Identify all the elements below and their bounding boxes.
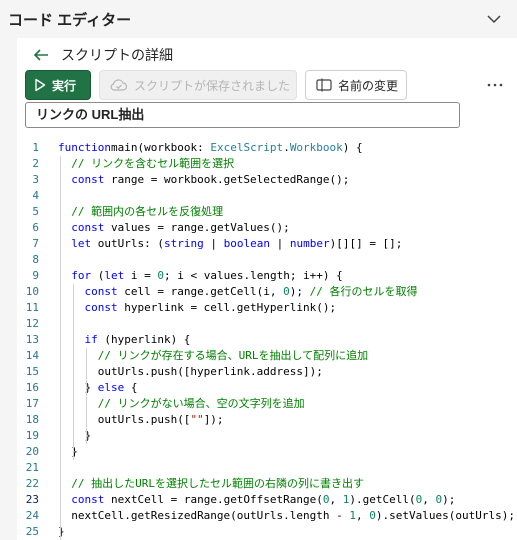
code-line[interactable]: 11 const hyperlink = cell.getHyperlink(); [17, 300, 517, 316]
code-line[interactable]: 17 // リンクがない場合、空の文字列を追加 [17, 396, 517, 412]
line-number: 6 [32, 221, 39, 234]
code-line[interactable]: 19} [17, 428, 517, 444]
line-number: 11 [25, 301, 39, 314]
code-line[interactable]: 21 [17, 460, 517, 476]
line-number: 14 [25, 349, 39, 362]
code-text: // リンクが存在する場合、URLを抽出して配列に追加 [97, 349, 369, 362]
details-title: スクリプトの詳細 [61, 47, 173, 63]
code-text: // リンクを含むセル範囲を選択 [71, 157, 235, 170]
line-number: 22 [25, 477, 39, 490]
code-line[interactable]: 16 } else { [17, 380, 517, 396]
code-line[interactable]: 10 const cell = range.getCell(i, 0); // 各… [17, 284, 517, 300]
rename-button[interactable]: 名前の変更 [305, 70, 407, 100]
code-text: // リンクがない場合、空の文字列を追加 [97, 397, 305, 410]
saved-status-button: スクリプトが保存されました [99, 70, 297, 100]
rename-icon [316, 78, 332, 92]
line-number: 9 [32, 269, 39, 282]
code-line[interactable]: 1 functionmain(workbook: ExcelScript.Work… [17, 140, 517, 156]
code-line[interactable]: 22 // 抽出したURLを選択したセル範囲の右隣の列に書き出す [17, 476, 517, 492]
back-arrow-icon[interactable] [31, 46, 51, 64]
line-number: 19 [25, 429, 39, 442]
code-text: const nextCell = range.getOffsetRange(0,… [71, 493, 456, 506]
indent-guide [73, 284, 75, 460]
line-number: 7 [32, 237, 39, 250]
code-line[interactable]: 18 outUrls.push([""]); [17, 412, 517, 428]
code-line[interactable]: 7 let outUrls: (string | boolean | number… [17, 236, 517, 252]
code-line[interactable]: 3 const range = workbook.getSelectedRange… [17, 172, 517, 188]
code-text: outUrls.push([""]); [97, 413, 224, 426]
code-text: // 範囲内の各セルを反復処理 [71, 205, 224, 218]
rename-label: 名前の変更 [338, 78, 399, 93]
more-options-icon[interactable] [483, 76, 507, 94]
line-number: 25 [25, 525, 39, 538]
code-line[interactable]: 24 nextCell.getResizedRange(outUrls.lengt… [17, 508, 517, 524]
code-text: const range = workbook.getSelectedRange(… [71, 173, 350, 186]
line-number: 23 [25, 493, 39, 506]
saved-label: スクリプトが保存されました [134, 78, 291, 93]
code-line[interactable]: 5 // 範囲内の各セルを反復処理 [17, 204, 517, 220]
line-number: 24 [25, 509, 39, 522]
code-text: // 抽出したURLを選択したセル範囲の右隣の列に書き出す [71, 477, 364, 490]
code-editor-header: コード エディター [0, 0, 517, 38]
code-line[interactable]: 4 [17, 188, 517, 204]
script-name-field[interactable]: リンクの URL抽出 [25, 102, 460, 128]
code-line[interactable]: 20} [17, 444, 517, 460]
line-number: 15 [25, 365, 39, 378]
indent-guide [86, 348, 88, 396]
line-number: 18 [25, 413, 39, 426]
run-label: 実行 [52, 78, 77, 93]
code-text: functionmain(workbook: ExcelScript.Workb… [58, 141, 363, 154]
line-number: 10 [25, 285, 39, 298]
line-number: 21 [25, 461, 39, 474]
code-text: outUrls.push([hyperlink.address]); [97, 365, 323, 378]
indent-guide [86, 396, 88, 444]
line-number: 13 [25, 333, 39, 346]
code-line[interactable]: 12 [17, 316, 517, 332]
indent-guide [60, 156, 61, 540]
line-number: 1 [32, 141, 39, 154]
code-text: } [71, 445, 78, 458]
line-number: 8 [32, 253, 39, 266]
line-number: 20 [25, 445, 39, 458]
play-icon [35, 78, 46, 92]
line-number: 4 [32, 189, 39, 202]
code-text: } [58, 525, 65, 538]
code-line[interactable]: 23 const nextCell = range.getOffsetRange(… [17, 492, 517, 508]
code-text: } [84, 429, 92, 442]
code-line[interactable]: 13 if (hyperlink) { [17, 332, 517, 348]
script-details-panel: スクリプトの詳細 実行 スクリプトが保存されました 名前の変更 リンクの URL… [17, 38, 517, 540]
chevron-down-icon[interactable] [484, 10, 504, 28]
code-text: const values = range.getValues(); [71, 221, 290, 234]
code-text: const hyperlink = cell.getHyperlink(); [84, 301, 337, 314]
code-text: if (hyperlink) { [84, 333, 191, 346]
run-button[interactable]: 実行 [25, 70, 91, 100]
code-line[interactable]: 14 // リンクが存在する場合、URLを抽出して配列に追加 [17, 348, 517, 364]
code-text: const cell = range.getCell(i, 0); // 各行の… [84, 285, 418, 298]
line-number: 5 [32, 205, 39, 218]
code-text: nextCell.getResizedRange(outUrls.length … [71, 509, 515, 522]
code-editor[interactable]: 1 functionmain(workbook: ExcelScript.Work… [17, 136, 517, 540]
pane-title: コード エディター [8, 12, 132, 29]
line-number: 2 [32, 157, 39, 170]
code-line[interactable]: 2 // リンクを含むセル範囲を選択 [17, 156, 517, 172]
code-text: let outUrls: (string | boolean | number)… [71, 237, 403, 250]
code-line[interactable]: 9 for (let i = 0; i < values.length; i++)… [17, 268, 517, 284]
code-text: for (let i = 0; i < values.length; i++) … [71, 269, 343, 282]
cloud-check-icon [110, 79, 128, 91]
code-line[interactable]: 15 outUrls.push([hyperlink.address]); [17, 364, 517, 380]
code-line[interactable]: 6 const values = range.getValues(); [17, 220, 517, 236]
line-number: 12 [25, 317, 39, 330]
line-number: 17 [25, 397, 39, 410]
code-line[interactable]: 25} [17, 524, 517, 540]
line-number: 16 [25, 381, 39, 394]
code-line[interactable]: 8 [17, 252, 517, 268]
code-text: } else { [84, 381, 138, 394]
line-number: 3 [32, 173, 39, 186]
